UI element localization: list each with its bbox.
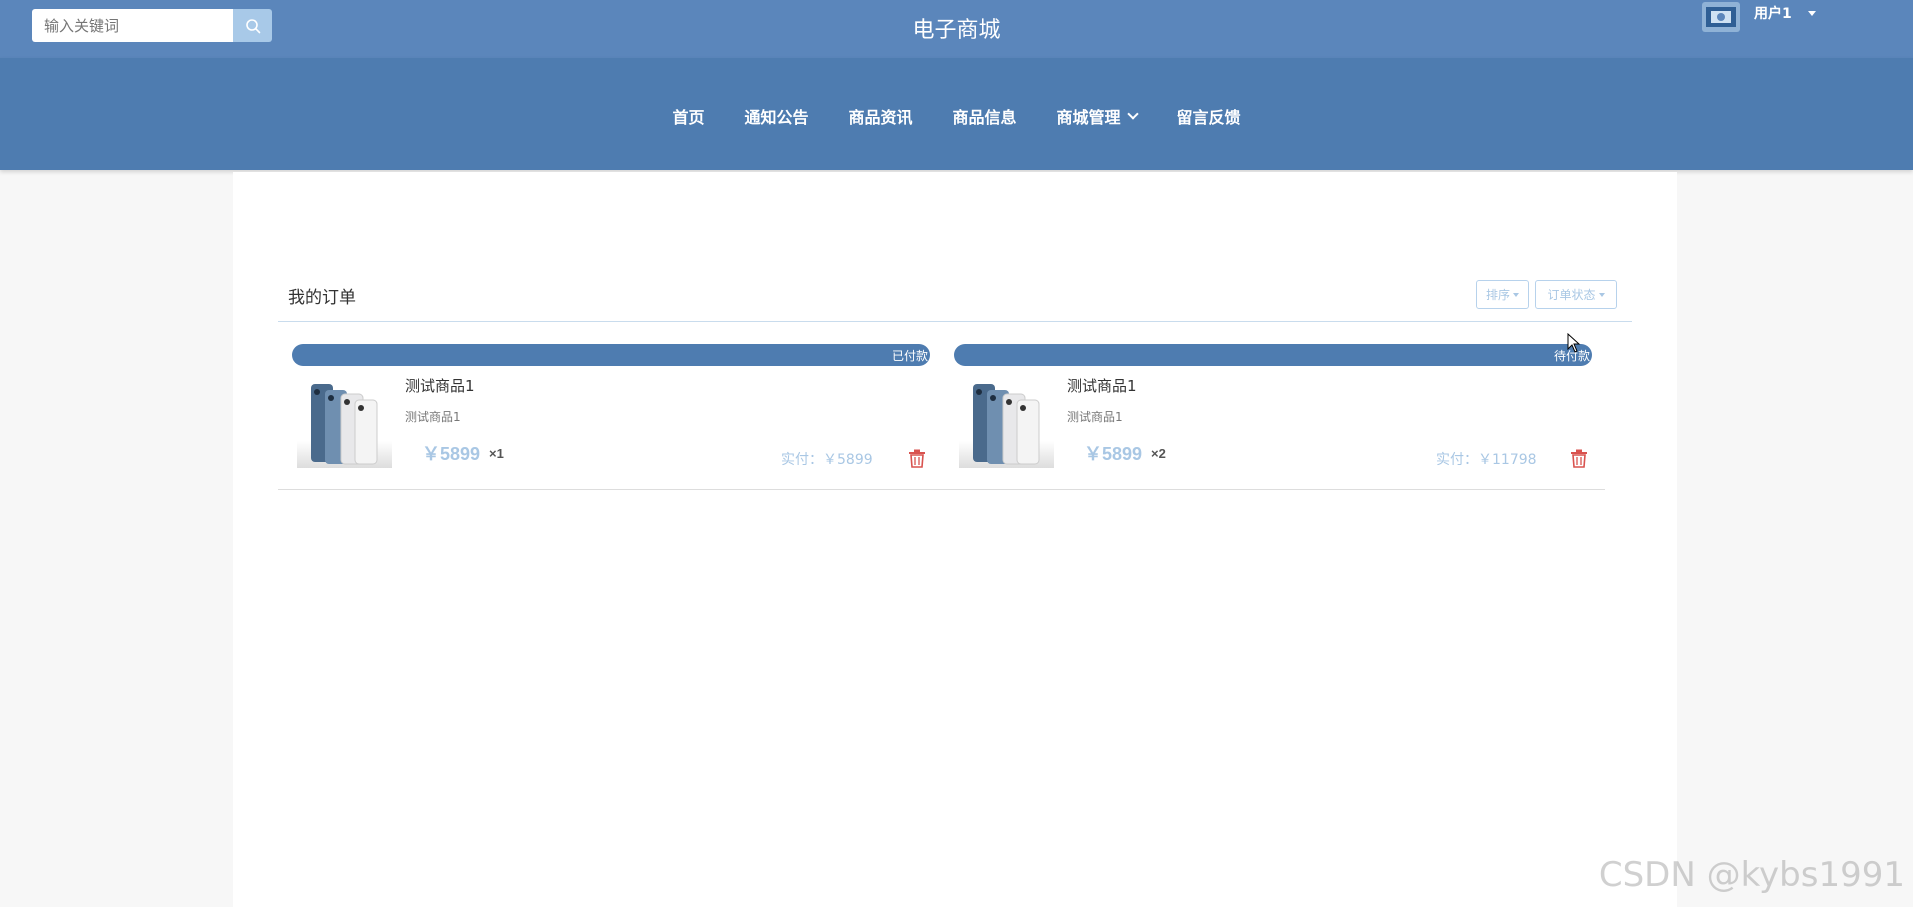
order-card: 待付款 测试商品1 测试商品1 ￥5899 ×2 实付：￥11798 — [954, 344, 1594, 474]
nav-item-label: 商品信息 — [952, 108, 1017, 127]
product-subtitle: 测试商品1 — [1067, 410, 1123, 424]
product-quantity: ×1 — [489, 446, 504, 461]
status-badge: 已付款 — [891, 349, 928, 363]
nav-item-products[interactable]: 商品信息 — [953, 104, 1017, 128]
search-box — [32, 9, 272, 42]
product-image[interactable] — [297, 378, 392, 468]
product-price: ￥5899 — [422, 444, 481, 464]
sort-dropdown[interactable]: 排序 — [1476, 280, 1529, 309]
order-card: 已付款 测试商品1 测试商品1 ￥5899 ×1 实付：￥5899 — [292, 344, 932, 474]
nav-item-notices[interactable]: 通知公告 — [744, 104, 808, 128]
orders-panel: 我的订单 排序 订单状态 已付款 测试商品1 测试商品1 ￥5899 ×1 实付… — [233, 172, 1677, 907]
delete-icon[interactable] — [1570, 449, 1588, 468]
main-nav: 首页 通知公告 商品资讯 商品信息 商城管理 留言反馈 — [0, 58, 1913, 170]
search-input[interactable] — [32, 9, 233, 42]
status-bar: 已付款 — [292, 344, 930, 366]
avatar — [1702, 2, 1740, 32]
nav-list: 首页 通知公告 商品资讯 商品信息 商城管理 留言反馈 — [0, 104, 1913, 128]
caret-down-icon — [1598, 292, 1605, 297]
nav-item-mall-management[interactable]: 商城管理 — [1056, 104, 1139, 128]
product-name[interactable]: 测试商品1 — [405, 375, 475, 396]
product-image[interactable] — [959, 378, 1054, 468]
user-menu[interactable]: 用户1 — [1702, 2, 1816, 32]
nav-item-label: 商品资讯 — [848, 108, 913, 127]
nav-item-home[interactable]: 首页 — [672, 104, 704, 128]
user-name: 用户1 — [1754, 6, 1792, 22]
nav-item-news[interactable]: 商品资讯 — [848, 104, 912, 128]
product-price: ￥5899 — [1084, 444, 1143, 464]
site-title: 电子商城 — [912, 18, 1001, 43]
nav-item-label: 商城管理 — [1056, 108, 1121, 127]
nav-item-feedback[interactable]: 留言反馈 — [1177, 104, 1241, 128]
product-subtitle: 测试商品1 — [405, 410, 461, 424]
paid-amount: 实付：￥5899 — [781, 452, 873, 468]
delete-icon[interactable] — [908, 449, 926, 468]
divider — [278, 489, 1605, 490]
status-label: 订单状态 — [1547, 288, 1596, 302]
status-bar: 待付款 — [954, 344, 1592, 366]
search-button[interactable] — [233, 9, 272, 42]
nav-item-label: 留言反馈 — [1176, 108, 1241, 127]
search-icon — [245, 18, 260, 33]
status-dropdown[interactable]: 订单状态 — [1535, 280, 1617, 309]
caret-down-icon — [1807, 10, 1816, 16]
nav-item-label: 首页 — [672, 108, 705, 127]
mouse-cursor-icon — [1567, 333, 1581, 353]
caret-down-icon — [1513, 292, 1519, 297]
divider — [278, 321, 1632, 322]
page-title: 我的订单 — [288, 288, 356, 308]
avatar-image — [1702, 2, 1740, 32]
paid-amount: 实付：￥11798 — [1436, 452, 1537, 468]
sort-label: 排序 — [1485, 288, 1510, 302]
product-name[interactable]: 测试商品1 — [1067, 375, 1137, 396]
top-bar: 电子商城 用户1 — [0, 0, 1913, 58]
chevron-down-icon — [1126, 107, 1139, 120]
product-quantity: ×2 — [1151, 446, 1166, 461]
nav-item-label: 通知公告 — [744, 108, 809, 127]
